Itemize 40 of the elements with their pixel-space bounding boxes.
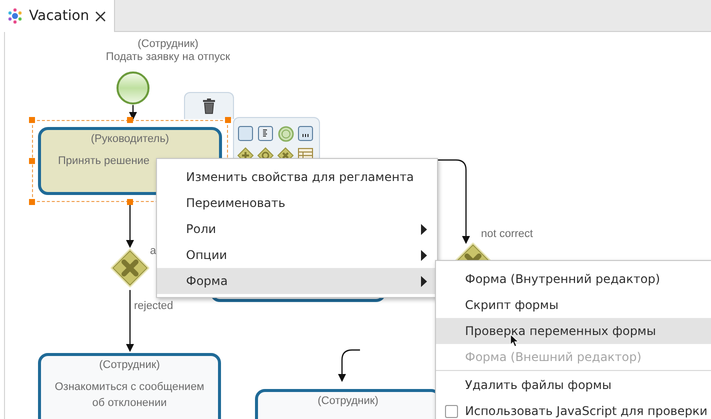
more-icon[interactable] — [298, 126, 313, 141]
editor-tab[interactable]: Vacation — [0, 0, 116, 32]
task-icon[interactable] — [238, 126, 253, 141]
menu-item[interactable]: Опции — [157, 242, 437, 268]
menu-item[interactable]: Скрипт формы — [436, 292, 711, 318]
node-label: Подать заявку на отпуск — [106, 51, 230, 63]
subprocess-icon[interactable] — [258, 126, 273, 141]
menu-item[interactable]: Проверка переменных формы — [436, 318, 711, 344]
delete-icon[interactable] — [202, 98, 216, 114]
task-box[interactable]: (Сотрудник) Ознакомиться с сообщением об отклонении — [38, 353, 221, 419]
resize-handle[interactable] — [127, 117, 133, 123]
flow-arrow — [338, 349, 360, 382]
process-icon — [7, 8, 23, 24]
menu-item[interactable]: Роли — [157, 216, 437, 242]
flow-arrow — [129, 105, 137, 120]
flow-label: not correct — [481, 228, 533, 240]
close-icon[interactable] — [95, 10, 106, 22]
resize-handle[interactable] — [127, 199, 133, 205]
menu-item[interactable]: Форма (Внутренний редактор) — [436, 266, 711, 292]
menu-item[interactable]: Удалить файлы формы — [436, 372, 711, 398]
resize-handle[interactable] — [29, 117, 35, 123]
task-name: Ознакомиться с сообщением об отклонении — [54, 380, 206, 411]
start-event[interactable] — [116, 71, 150, 105]
menu-item[interactable]: Форма — [157, 268, 437, 294]
resize-handle[interactable] — [225, 117, 231, 123]
resize-handle[interactable] — [29, 158, 35, 164]
menu-item[interactable]: Использовать JavaScript для проверки — [436, 398, 711, 419]
flow-arrow — [126, 290, 134, 352]
lane-label: (Сотрудник) — [316, 395, 380, 407]
gateway-icon[interactable] — [110, 248, 150, 288]
flow-label: a — [150, 245, 156, 257]
lane-label: (Сотрудник) — [138, 38, 198, 50]
lane-label: (Руководитель) — [90, 133, 170, 145]
lane-label: (Сотрудник) — [98, 359, 161, 371]
flow-label: rejected — [134, 300, 174, 312]
tab-title: Vacation — [29, 8, 90, 24]
checkbox[interactable] — [445, 404, 458, 418]
resize-handle[interactable] — [29, 199, 35, 205]
flow-arrow — [126, 203, 134, 248]
task-name: Принять решение — [58, 154, 151, 169]
